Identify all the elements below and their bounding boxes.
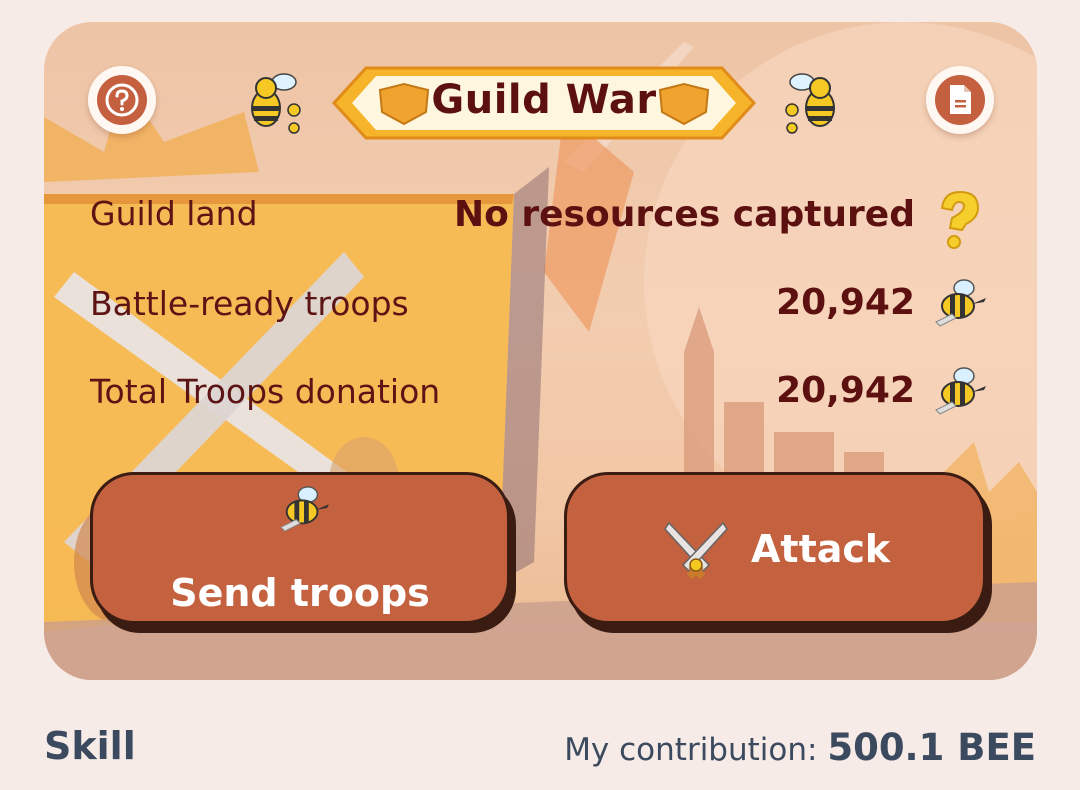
bee-mascot-icon bbox=[785, 73, 835, 134]
page-title: Guild War bbox=[431, 77, 657, 123]
my-contribution: My contribution: 500.1 BEE bbox=[564, 726, 1036, 769]
battle-ready-troops-value: 20,942 bbox=[776, 282, 915, 323]
question-mark-icon[interactable] bbox=[932, 190, 984, 250]
attack-button[interactable]: Attack bbox=[564, 472, 986, 624]
total-donation-value: 20,942 bbox=[776, 370, 915, 411]
attack-label: Attack bbox=[751, 527, 891, 571]
guild-land-value: No resources captured bbox=[453, 194, 915, 235]
crossed-swords-icon bbox=[664, 521, 728, 580]
send-troops-label: Send troops bbox=[170, 571, 430, 615]
bee-soldier-icon bbox=[935, 279, 986, 327]
battle-ready-troops-label: Battle-ready troops bbox=[90, 284, 409, 323]
document-icon bbox=[950, 85, 971, 114]
skill-section-title: Skill bbox=[44, 724, 136, 768]
rules-button[interactable] bbox=[926, 66, 994, 134]
total-donation-label: Total Troops donation bbox=[90, 372, 441, 411]
contribution-amount: 500.1 BEE bbox=[827, 726, 1036, 769]
bee-mascot-icon bbox=[251, 73, 301, 134]
send-troops-button[interactable]: Send troops bbox=[90, 472, 510, 624]
question-mark-icon bbox=[105, 83, 139, 117]
guild-land-label: Guild land bbox=[90, 194, 258, 233]
help-button[interactable] bbox=[88, 66, 156, 134]
contribution-label: My contribution: bbox=[564, 732, 818, 768]
title-banner: Guild War bbox=[330, 64, 758, 142]
bee-soldier-icon bbox=[935, 367, 986, 415]
guild-war-card: Guild War Guild land No resources captur… bbox=[44, 22, 1037, 680]
bee-soldier-icon bbox=[280, 486, 329, 532]
